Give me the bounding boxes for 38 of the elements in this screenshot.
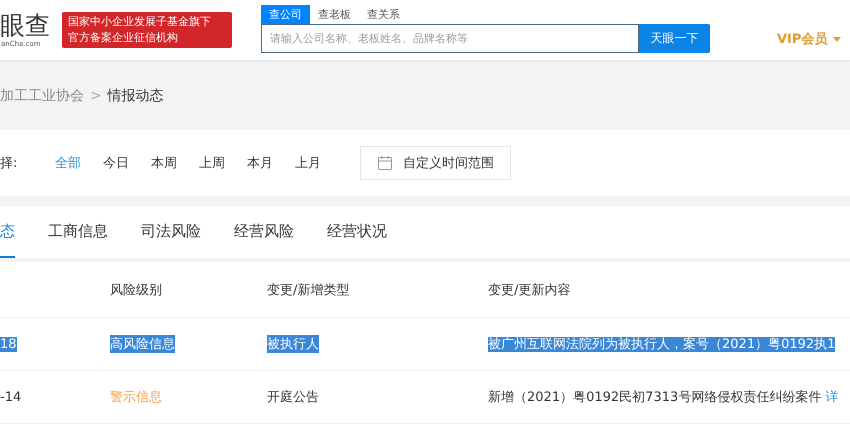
time-filter-option[interactable]: 本周: [151, 154, 177, 172]
calendar-icon: [377, 155, 393, 171]
table-row[interactable]: 18 高风险信息 被执行人 被广州互联网法院列为被执行人，案号（2021）粤0192执1: [0, 318, 850, 371]
risk-level-cell: 高风险信息: [110, 335, 175, 353]
risk-level-cell-text: 警示信息: [110, 389, 162, 406]
search-field[interactable]: 请输入公司名称、老板姓名、品牌名称等: [261, 24, 639, 53]
type-cell: 被执行人: [267, 335, 319, 353]
detail-link[interactable]: 详: [825, 390, 838, 405]
table-row[interactable]: -14 警示信息 开庭公告 新增（2021）粤0192民初7313号网络侵权责任纠纷案件 详: [0, 371, 850, 424]
section-tab[interactable]: 经营风险: [234, 206, 294, 258]
breadcrumb-separator: >: [90, 88, 102, 104]
filter-label: 择:: [0, 155, 18, 172]
section-tab[interactable]: 经营状况: [327, 206, 387, 258]
time-filter-option[interactable]: 全部: [55, 154, 81, 172]
search-button[interactable]: 天眼一下: [639, 24, 710, 53]
time-filter-option[interactable]: 上月: [295, 154, 321, 172]
logo-text: 眼查: [0, 12, 51, 40]
content-cell: 新增（2021）粤0192民初7313号网络侵权责任纠纷案件: [488, 390, 822, 405]
time-filter-option[interactable]: 上周: [199, 154, 225, 172]
time-filter-option[interactable]: 本月: [247, 154, 273, 172]
search-tab[interactable]: 查老板: [310, 5, 359, 24]
date-cell: 18: [0, 336, 17, 352]
section-tab[interactable]: 司法风险: [141, 206, 201, 258]
content-cell: 被广州互联网法院列为被执行人，案号（2021）粤0192执1: [488, 337, 836, 352]
type-cell-text: 开庭公告: [267, 389, 319, 406]
section-tab[interactable]: 工商信息: [48, 206, 108, 258]
caret-icon: [833, 36, 842, 42]
section-tab[interactable]: 态: [0, 206, 15, 258]
slogan-badge: 国家中小企业发展子基金旗下 官方备案企业征信机构: [62, 12, 232, 48]
date-range-button[interactable]: 自定义时间范围: [360, 146, 511, 180]
time-filter-option[interactable]: 今日: [103, 154, 129, 172]
column-header: 变更/新增类型: [267, 282, 350, 298]
column-header: 变更/更新内容: [488, 282, 570, 298]
column-header: 风险级别: [110, 282, 162, 298]
breadcrumb-current: 情报动态: [108, 87, 164, 105]
search-tab[interactable]: 查关系: [359, 5, 408, 24]
search-tab[interactable]: 查公司: [261, 5, 310, 24]
date-cell: -14: [0, 390, 22, 404]
